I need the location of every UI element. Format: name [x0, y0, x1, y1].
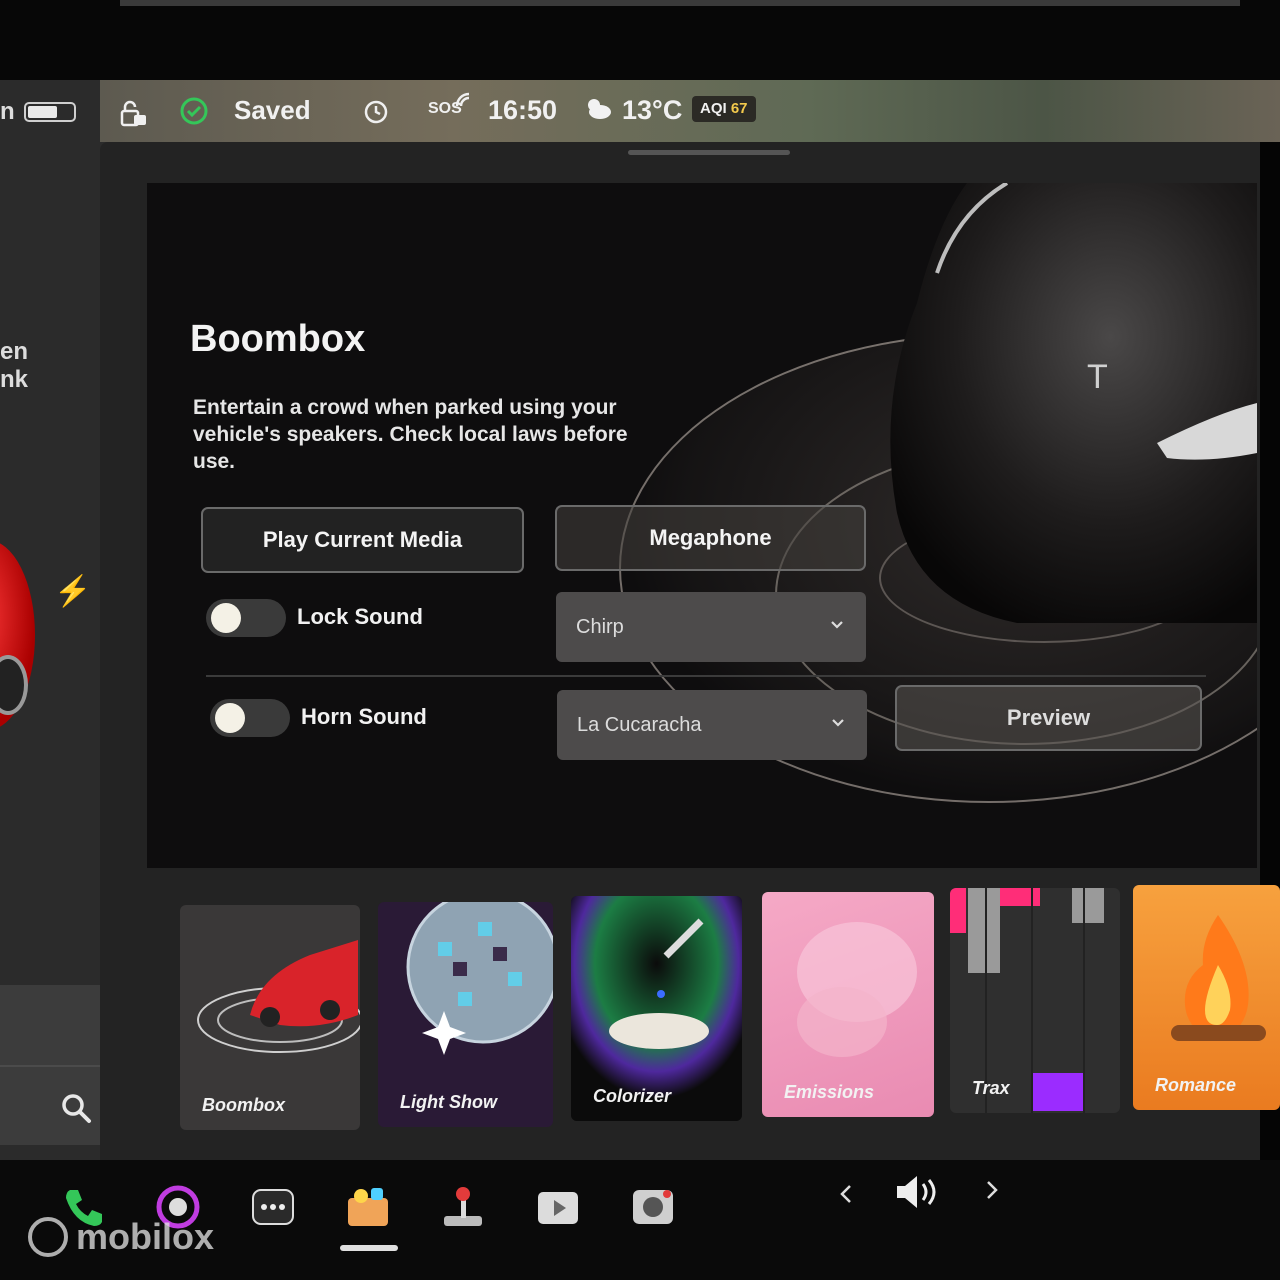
- alarm-icon[interactable]: [362, 97, 390, 125]
- sentry-icon[interactable]: [180, 97, 208, 125]
- toy-card-trax[interactable]: Trax: [950, 888, 1120, 1113]
- car-hero-image: T: [890, 183, 1257, 623]
- watermark: mobilox: [28, 1216, 214, 1258]
- toy-label: Light Show: [400, 1092, 497, 1112]
- trunk-label-line-1: en: [0, 338, 29, 365]
- battery-range-text: n: [0, 98, 15, 125]
- lock-sound-toggle[interactable]: [206, 599, 286, 637]
- lock-icon[interactable]: [118, 100, 148, 128]
- toy-card-emissions[interactable]: Emissions: [762, 892, 934, 1117]
- weather-icon[interactable]: [583, 96, 613, 120]
- horn-sound-value: La Cucaracha: [577, 713, 702, 736]
- toy-card-colorizer[interactable]: Colorizer: [571, 896, 742, 1121]
- aqi-label: AQI: [700, 100, 727, 117]
- toy-label: Trax: [972, 1078, 1010, 1098]
- chevron-left-icon[interactable]: [838, 1182, 854, 1206]
- active-app-indicator: [340, 1245, 398, 1251]
- lock-sound-value: Chirp: [576, 615, 624, 638]
- watermark-logo-icon: [28, 1217, 68, 1257]
- toy-card-light-show[interactable]: Light Show: [378, 902, 553, 1127]
- chevron-right-icon[interactable]: [984, 1178, 1000, 1202]
- arcade-icon[interactable]: [440, 1184, 486, 1230]
- charge-port-icon[interactable]: ⚡: [54, 574, 91, 608]
- volume-icon[interactable]: [893, 1172, 943, 1212]
- battery-icon: [24, 102, 76, 122]
- screen-bezel: [0, 0, 1280, 80]
- svg-text:T: T: [1087, 358, 1108, 396]
- card-title: Boombox: [190, 318, 366, 360]
- toy-label: Boombox: [202, 1095, 285, 1115]
- divider: [206, 675, 1206, 677]
- saved-status: Saved: [234, 95, 311, 125]
- lock-sound-label: Lock Sound: [297, 604, 423, 629]
- toy-label: Colorizer: [593, 1086, 672, 1106]
- watermark-text: mobilox: [76, 1216, 215, 1257]
- drag-handle[interactable]: [628, 150, 790, 155]
- toy-card-boombox[interactable]: Boombox: [180, 905, 360, 1130]
- play-current-media-button[interactable]: Play Current Media: [201, 507, 524, 573]
- more-icon[interactable]: [250, 1184, 296, 1230]
- clock: 16:50: [488, 95, 558, 125]
- preview-button[interactable]: Preview: [895, 685, 1202, 751]
- horn-sound-label: Horn Sound: [301, 704, 427, 729]
- toybox-icon[interactable]: [345, 1184, 391, 1230]
- search-icon[interactable]: [60, 1092, 92, 1124]
- aqi-value: 67: [730, 100, 748, 117]
- trunk-label-line-2: nk: [0, 366, 29, 393]
- signal-icon: [455, 92, 470, 107]
- theater-icon[interactable]: [535, 1184, 581, 1230]
- temperature: 13°C: [622, 95, 683, 125]
- horn-sound-toggle[interactable]: [210, 699, 290, 737]
- chevron-down-icon: [831, 621, 843, 629]
- toy-card-romance[interactable]: Romance: [1133, 885, 1280, 1110]
- aqi-badge[interactable]: AQI 67: [692, 96, 756, 122]
- lock-sound-select[interactable]: Chirp: [556, 592, 866, 662]
- card-description: Entertain a crowd when parked using your…: [193, 396, 628, 473]
- horn-sound-select[interactable]: La Cucaracha: [557, 690, 867, 760]
- megaphone-button[interactable]: Megaphone: [555, 505, 866, 571]
- dashcam-icon[interactable]: [630, 1184, 676, 1230]
- chevron-down-icon: [832, 719, 844, 727]
- trunk-open-label[interactable]: en nk: [0, 338, 28, 394]
- toy-label: Romance: [1155, 1075, 1237, 1095]
- toy-label: Emissions: [784, 1082, 875, 1102]
